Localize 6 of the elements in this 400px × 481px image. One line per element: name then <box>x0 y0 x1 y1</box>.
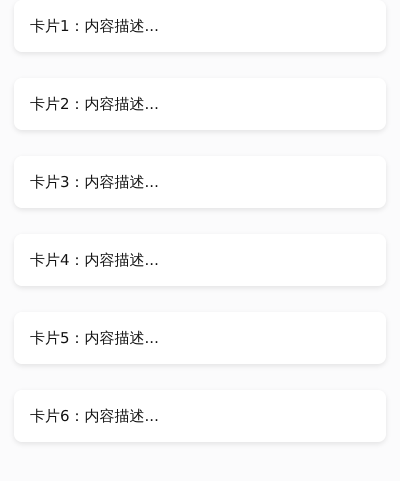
card-text: 卡片3：内容描述... <box>30 172 159 192</box>
card-text: 卡片4：内容描述... <box>30 250 159 270</box>
card-text: 卡片6：内容描述... <box>30 406 159 426</box>
card-text: 卡片2：内容描述... <box>30 94 159 114</box>
card-text: 卡片5：内容描述... <box>30 328 159 348</box>
card-text: 卡片1：内容描述... <box>30 16 159 36</box>
